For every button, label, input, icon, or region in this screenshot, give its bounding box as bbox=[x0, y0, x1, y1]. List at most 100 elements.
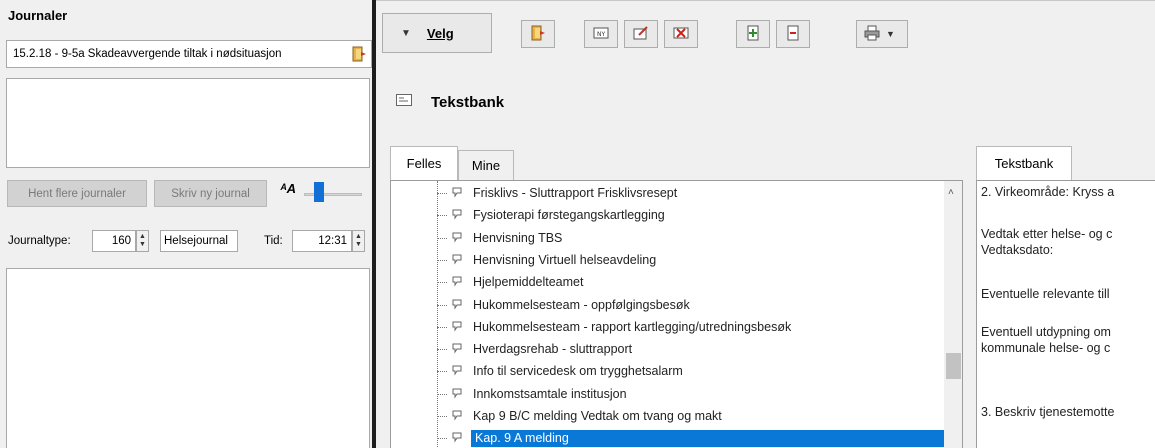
tree-item-label: Frisklivs - Sluttrapport Frisklivsresept bbox=[473, 186, 678, 200]
tree-branch-line bbox=[437, 304, 447, 306]
scrollbar-thumb[interactable] bbox=[946, 353, 961, 379]
remove-page-button[interactable] bbox=[776, 20, 810, 48]
font-size-slider-track[interactable] bbox=[304, 193, 362, 196]
tree-item-label: Hukommelsesteam - oppfølgingsbesøk bbox=[473, 297, 690, 312]
journal-pane: Journaler 15.2.18 - 9-5a Skadeavvergende… bbox=[0, 0, 372, 448]
tab-tekstbank-preview[interactable]: Tekstbank bbox=[976, 146, 1072, 180]
tekstbank-pane: ▼ Velg NY ▼ Tekstbank Felles Mine Tekstb… bbox=[376, 0, 1155, 448]
journal-list-box[interactable] bbox=[6, 78, 370, 168]
insert-above-button[interactable] bbox=[736, 20, 770, 48]
tekstbank-heading: Tekstbank bbox=[431, 94, 505, 111]
exit-door-button[interactable] bbox=[521, 20, 555, 48]
scroll-up-icon[interactable]: ˄ bbox=[948, 187, 954, 198]
tree-branch-line bbox=[437, 326, 447, 328]
tree-item[interactable]: Hverdagsrehab - sluttrapport bbox=[391, 338, 962, 360]
tekstbank-icon bbox=[396, 94, 412, 109]
write-new-journal-button[interactable]: Skriv ny journal bbox=[154, 180, 267, 207]
text-template-icon bbox=[451, 431, 464, 444]
delete-text-button[interactable] bbox=[664, 20, 698, 48]
tree-scrollbar[interactable]: ˄ bbox=[944, 181, 962, 448]
preview-line: Vedtak etter helse- og c bbox=[981, 227, 1113, 241]
text-template-icon bbox=[451, 186, 464, 199]
remove-page-icon bbox=[786, 25, 800, 44]
printer-icon bbox=[864, 25, 880, 44]
journal-pane-title: Journaler bbox=[8, 8, 68, 23]
preview-line: Eventuelle relevante till bbox=[981, 287, 1110, 301]
insert-page-icon bbox=[746, 25, 760, 44]
text-preview[interactable]: 2. Virkeområde: Kryss a Vedtak etter hel… bbox=[976, 180, 1155, 448]
time-spinner[interactable]: ▲ ▼ bbox=[352, 230, 365, 252]
dropdown-arrow-icon: ▼ bbox=[401, 27, 411, 39]
tree-item[interactable]: Hjelpemiddelteamet bbox=[391, 271, 962, 293]
door-exit-icon[interactable] bbox=[351, 46, 367, 62]
tree-item-label: Henvisning Virtuell helseavdeling bbox=[473, 252, 657, 267]
journaltype-name-field[interactable]: Helsejournal bbox=[160, 230, 238, 252]
tree-branch-line bbox=[437, 393, 447, 395]
tree-branch-line bbox=[437, 237, 447, 239]
text-template-icon bbox=[451, 275, 464, 288]
text-template-icon bbox=[451, 298, 464, 311]
tree-item[interactable]: Hukommelsesteam - oppfølgingsbesøk bbox=[391, 294, 962, 316]
tab-felles[interactable]: Felles bbox=[390, 146, 458, 180]
new-text-button[interactable]: NY bbox=[584, 20, 618, 48]
tree-item-selected[interactable]: Kap. 9 A melding bbox=[391, 427, 962, 448]
preview-line: 3. Beskriv tjenestemotte bbox=[981, 405, 1115, 419]
journaltype-label: Journaltype: bbox=[8, 235, 71, 247]
tree-item-label: Kap 9 B/C melding Vedtak om tvang og mak… bbox=[473, 409, 722, 423]
tree-item[interactable]: Fysioterapi førstegangskartlegging bbox=[391, 204, 962, 226]
time-label: Tid: bbox=[264, 235, 283, 247]
tree-item-label: Innkomstsamtale institusjon bbox=[473, 386, 627, 401]
tree-item-label: Hjelpemiddelteamet bbox=[473, 275, 584, 290]
journal-selector-value: 15.2.18 - 9-5a Skadeavvergende tiltak i … bbox=[13, 48, 282, 60]
time-field[interactable]: 12:31 bbox=[292, 230, 352, 252]
text-template-icon bbox=[451, 364, 464, 377]
text-template-icon bbox=[451, 208, 464, 221]
text-template-icon bbox=[451, 320, 464, 333]
font-size-icon: ᴬA bbox=[280, 181, 297, 196]
tree-item[interactable]: Kap 9 B/C melding Vedtak om tvang og mak… bbox=[391, 405, 962, 427]
tree-branch-line bbox=[437, 215, 447, 217]
tree-item-label: Hukommelsesteam - rapport kartlegging/ut… bbox=[473, 319, 792, 334]
velg-menu-button[interactable]: ▼ Velg bbox=[382, 13, 492, 53]
text-template-icon bbox=[451, 231, 464, 244]
tree-item[interactable]: Hukommelsesteam - rapport kartlegging/ut… bbox=[391, 316, 962, 338]
tree-branch-line bbox=[437, 282, 447, 284]
print-button[interactable]: ▼ bbox=[856, 20, 908, 48]
text-template-icon bbox=[451, 409, 464, 422]
text-tree: Frisklivs - Sluttrapport Frisklivsresept… bbox=[390, 180, 963, 448]
tree-item-label: Info til servicedesk om trygghetsalarm bbox=[473, 364, 683, 379]
journal-selector[interactable]: 15.2.18 - 9-5a Skadeavvergende tiltak i … bbox=[6, 40, 372, 68]
preview-line: kommunale helse- og c bbox=[981, 341, 1111, 355]
tree-branch-line bbox=[437, 193, 447, 194]
tree-item[interactable]: Henvisning TBS bbox=[391, 227, 962, 249]
font-size-slider-thumb[interactable] bbox=[314, 182, 324, 202]
tree-item-label: Kap. 9 A melding bbox=[471, 430, 945, 448]
text-template-icon bbox=[451, 387, 464, 400]
journaltype-name-value: Helsejournal bbox=[164, 235, 228, 247]
tree-item-label: Henvisning TBS bbox=[473, 230, 563, 245]
svg-text:NY: NY bbox=[597, 31, 605, 38]
journaltype-code-value: 160 bbox=[111, 235, 131, 247]
preview-line: 2. Virkeområde: Kryss a bbox=[981, 185, 1115, 199]
journaltype-spinner[interactable]: ▲ ▼ bbox=[136, 230, 149, 252]
fetch-more-journals-button[interactable]: Hent flere journaler bbox=[7, 180, 147, 207]
tree-item[interactable]: Innkomstsamtale institusjon bbox=[391, 383, 962, 405]
tree-branch-line bbox=[437, 371, 447, 373]
time-value: 12:31 bbox=[318, 235, 347, 247]
tree-item[interactable]: Info til servicedesk om trygghetsalarm bbox=[391, 360, 962, 382]
journaltype-code-field[interactable]: 160 bbox=[92, 230, 136, 252]
text-template-icon bbox=[451, 342, 464, 355]
tree-branch-line bbox=[437, 349, 447, 351]
preview-line: Vedtaksdato: bbox=[981, 243, 1054, 257]
edit-document-icon bbox=[633, 25, 649, 43]
new-document-icon: NY bbox=[593, 26, 609, 43]
tree-item[interactable]: Frisklivs - Sluttrapport Frisklivsresept bbox=[391, 182, 962, 204]
tree-item-label: Fysioterapi førstegangskartlegging bbox=[473, 208, 665, 223]
edit-text-button[interactable] bbox=[624, 20, 658, 48]
tab-mine[interactable]: Mine bbox=[458, 150, 514, 180]
journal-text-editor[interactable] bbox=[6, 268, 370, 448]
tree-item[interactable]: Henvisning Virtuell helseavdeling bbox=[391, 249, 962, 271]
text-template-icon bbox=[451, 253, 464, 266]
door-exit-icon bbox=[530, 25, 546, 44]
print-dropdown-icon[interactable]: ▼ bbox=[886, 29, 895, 39]
